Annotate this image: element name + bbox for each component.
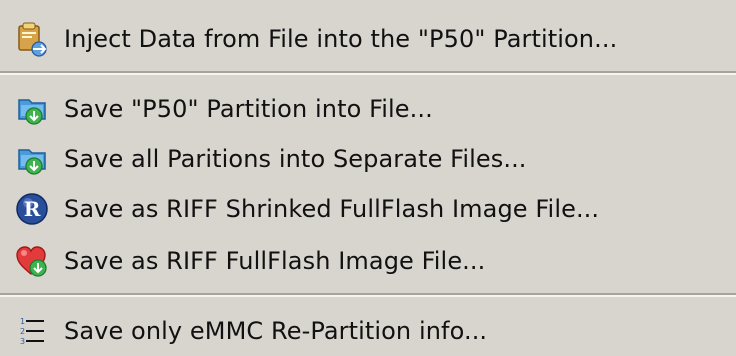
menu-item-save-emmc-repartition[interactable]: 1 2 3 Save only eMMC Re-Partition info..… [0,306,736,356]
menu-item-inject-data[interactable]: Inject Data from File into the "P50" Par… [0,14,736,64]
svg-text:2: 2 [20,327,25,336]
riff-r-icon: R [10,187,54,231]
menu-item-label: Save only eMMC Re-Partition info... [64,317,488,345]
svg-text:3: 3 [20,337,25,346]
menu-item-save-riff-fullflash[interactable]: Save as RIFF FullFlash Image File... [0,236,736,286]
save-partition-icon [10,87,54,131]
menu-item-save-all-partitions[interactable]: Save all Paritions into Separate Files..… [0,134,736,184]
menu-item-label: Save all Paritions into Separate Files..… [64,145,527,173]
heart-save-icon [10,239,54,283]
numbered-list-icon: 1 2 3 [10,309,54,353]
menu-item-label: Save as RIFF FullFlash Image File... [64,247,486,275]
svg-text:1: 1 [20,317,25,326]
context-menu: Inject Data from File into the "P50" Par… [0,0,736,356]
menu-separator [0,71,736,75]
menu-item-save-riff-shrinked[interactable]: R Save as RIFF Shrinked FullFlash Image … [0,184,736,234]
svg-text:R: R [24,197,41,221]
menu-item-label: Save as RIFF Shrinked FullFlash Image Fi… [64,195,600,223]
menu-item-save-partition[interactable]: Save "P50" Partition into File... [0,84,736,134]
save-all-partitions-icon [10,137,54,181]
menu-item-label: Save "P50" Partition into File... [64,95,433,123]
menu-separator [0,293,736,297]
clipboard-inject-icon [10,17,54,61]
menu-item-label: Inject Data from File into the "P50" Par… [64,25,618,53]
